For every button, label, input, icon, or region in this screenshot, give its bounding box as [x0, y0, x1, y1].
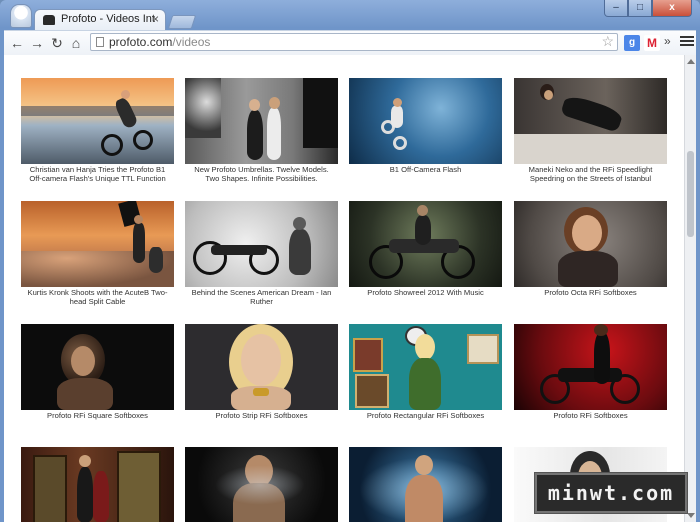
video-thumbnail[interactable] [21, 201, 174, 287]
watermark: minwt.com [534, 472, 688, 514]
video-card[interactable]: B1 Off-Camera Flash [349, 78, 502, 174]
home-icon[interactable]: ⌂ [67, 34, 85, 52]
tab-profoto-videos[interactable]: Profoto - Videos Int × [34, 9, 166, 31]
video-title[interactable]: Christian van Hanja Tries the Profoto B1… [21, 165, 174, 183]
video-thumbnail[interactable] [514, 201, 667, 287]
menu-icon[interactable] [680, 34, 694, 48]
url-domain: profoto.com [109, 35, 173, 49]
video-card[interactable]: Behind the Scenes American Dream - Ian R… [185, 201, 338, 306]
maximize-button[interactable]: □ [628, 0, 652, 17]
google-extension-icon[interactable]: g [624, 35, 640, 51]
video-title[interactable]: Profoto Strip RFi Softboxes [185, 411, 338, 420]
video-thumbnail[interactable] [349, 324, 502, 410]
video-title[interactable]: Behind the Scenes American Dream - Ian R… [185, 288, 338, 306]
watermark-text: minwt.com [547, 481, 675, 505]
bookmark-star-icon[interactable]: ☆ [601, 33, 614, 50]
video-card[interactable] [349, 447, 502, 522]
video-title[interactable]: Profoto RFi Square Softboxes [21, 411, 174, 420]
video-thumbnail[interactable] [21, 324, 174, 410]
video-title[interactable]: Profoto Showreel 2012 With Music [349, 288, 502, 297]
video-title[interactable]: New Profoto Umbrellas. Twelve Models. Tw… [185, 165, 338, 183]
forward-arrow-icon[interactable]: → [28, 34, 46, 52]
video-thumbnail[interactable] [21, 78, 174, 164]
url-text: profoto.com/videos [109, 35, 210, 49]
close-window-button[interactable]: x [652, 0, 692, 17]
video-title[interactable]: Profoto RFi Softboxes [514, 411, 667, 420]
window-controls: – □ x [604, 0, 692, 18]
video-title[interactable]: B1 Off-Camera Flash [349, 165, 502, 174]
video-thumbnail[interactable] [185, 324, 338, 410]
gmail-extension-icon[interactable]: M [644, 35, 660, 51]
video-thumbnail[interactable] [185, 201, 338, 287]
browser-toolbar: ← → ↻ ⌂ profoto.com/videos ☆ g M » [4, 30, 696, 55]
video-thumbnail[interactable] [514, 78, 667, 164]
video-card[interactable]: Profoto RFi Square Softboxes [21, 324, 174, 420]
video-card[interactable]: Profoto RFi Softboxes [514, 324, 667, 420]
favicon-icon [43, 15, 55, 25]
video-card[interactable]: Profoto Showreel 2012 With Music [349, 201, 502, 297]
reload-icon[interactable]: ↻ [48, 34, 66, 52]
vertical-scrollbar[interactable] [684, 55, 696, 522]
video-card[interactable]: Maneki Neko and the RFi Speedlight Speed… [514, 78, 667, 183]
video-card[interactable]: Kurtis Kronk Shoots with the AcuteB Two-… [21, 201, 174, 306]
video-thumbnail[interactable] [349, 78, 502, 164]
video-card[interactable] [21, 447, 174, 522]
video-card[interactable]: New Profoto Umbrellas. Twelve Models. Tw… [185, 78, 338, 183]
video-thumbnail[interactable] [21, 447, 174, 522]
video-card[interactable]: Profoto Strip RFi Softboxes [185, 324, 338, 420]
tab-strip: Profoto - Videos Int × – □ x [0, 0, 700, 31]
video-thumbnail[interactable] [185, 78, 338, 164]
page-icon [96, 37, 104, 47]
video-title[interactable]: Profoto Octa RFi Softboxes [514, 288, 667, 297]
url-path: /videos [172, 35, 211, 49]
video-title[interactable]: Maneki Neko and the RFi Speedlight Speed… [514, 165, 667, 183]
video-thumbnail[interactable] [349, 447, 502, 522]
video-card[interactable] [185, 447, 338, 522]
scrollbar-thumb[interactable] [687, 151, 694, 237]
video-thumbnail[interactable] [514, 324, 667, 410]
new-tab-button[interactable] [167, 15, 197, 29]
video-card[interactable]: Profoto Octa RFi Softboxes [514, 201, 667, 297]
video-title[interactable]: Kurtis Kronk Shoots with the AcuteB Two-… [21, 288, 174, 306]
video-card[interactable]: Christian van Hanja Tries the Profoto B1… [21, 78, 174, 183]
more-extensions-icon[interactable]: » [664, 34, 671, 48]
address-bar[interactable]: profoto.com/videos ☆ [90, 33, 618, 51]
profile-avatar-icon[interactable] [10, 4, 32, 28]
video-thumbnail[interactable] [185, 447, 338, 522]
video-thumbnail[interactable] [349, 201, 502, 287]
video-card[interactable]: Profoto Rectangular RFi Softboxes [349, 324, 502, 420]
tab-title: Profoto - Videos Int [61, 13, 155, 25]
scroll-down-icon[interactable] [687, 513, 695, 518]
page-content: Christian van Hanja Tries the Profoto B1… [4, 55, 696, 522]
tab-close-icon[interactable]: × [152, 12, 159, 26]
scroll-up-icon[interactable] [687, 59, 695, 64]
back-arrow-icon[interactable]: ← [8, 34, 26, 52]
minimize-button[interactable]: – [604, 0, 628, 17]
video-title[interactable]: Profoto Rectangular RFi Softboxes [349, 411, 502, 420]
browser-window: Profoto - Videos Int × – □ x ← → ↻ ⌂ pro… [0, 0, 700, 522]
